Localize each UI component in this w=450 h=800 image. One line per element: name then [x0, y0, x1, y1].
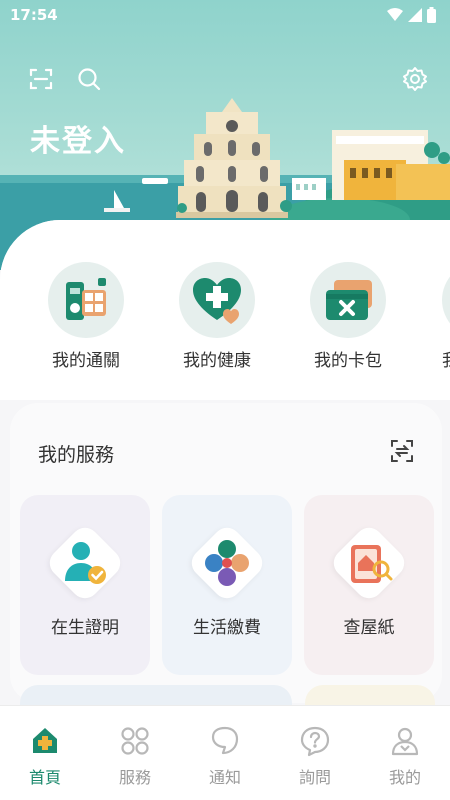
question-icon: [300, 726, 330, 757]
scan-icon: [29, 68, 53, 90]
nav-inquiry[interactable]: 詢問: [270, 706, 360, 800]
quick-action-icon-wrap: [179, 262, 255, 338]
quick-actions-row: 我的通關 我的健康 我的卡包 我: [0, 262, 450, 372]
bottom-nav: 首頁 服務 通知 詢問 我的: [0, 705, 450, 800]
gear-icon: [403, 67, 427, 91]
service-label: 查屋紙: [343, 618, 395, 638]
services-grid-icon: [121, 727, 149, 755]
bill-payment-icon: [205, 540, 249, 586]
notification-icon: [211, 726, 239, 755]
quick-action-icon-wrap: [442, 262, 450, 338]
scan-button[interactable]: [28, 66, 54, 92]
quick-action-label: 我的健康: [183, 351, 251, 371]
nav-icon-wrap: [208, 724, 242, 758]
quick-action-label: 我: [442, 346, 450, 371]
edit-services-button[interactable]: [390, 439, 414, 467]
nav-icon-wrap: [118, 724, 152, 758]
customs-calculator-icon: [66, 278, 106, 320]
nav-notifications[interactable]: 通知: [180, 706, 270, 800]
quick-action-my-card-wallet[interactable]: 我的卡包: [298, 262, 398, 371]
quick-action-my-health[interactable]: 我的健康: [167, 262, 267, 371]
service-life-certificate[interactable]: 在生證明: [20, 495, 150, 675]
service-label: 在生證明: [51, 618, 119, 638]
login-status-title[interactable]: 未登入: [30, 116, 126, 160]
nav-services[interactable]: 服務: [90, 706, 180, 800]
wifi-icon: [387, 8, 403, 21]
service-icon-wrap: [43, 521, 127, 605]
service-icon-wrap: [327, 521, 411, 605]
nav-label: 詢問: [298, 768, 331, 787]
quick-action-label: 我的卡包: [314, 351, 382, 371]
quick-action-more[interactable]: 我: [430, 262, 450, 371]
status-time: 17:54: [10, 6, 58, 24]
service-icon-wrap: [185, 521, 269, 605]
nav-label: 我的: [388, 768, 421, 787]
search-icon: [78, 68, 101, 91]
property-search-icon: [351, 545, 393, 583]
health-heart-icon: [193, 278, 241, 324]
nav-label: 通知: [208, 768, 241, 787]
card-wallet-icon: [326, 280, 372, 320]
nav-icon-wrap: [388, 724, 422, 758]
nav-icon-wrap: [28, 724, 62, 758]
nav-label: 服務: [118, 768, 151, 787]
top-actions: [28, 66, 428, 92]
quick-action-label: 我的通關: [52, 351, 120, 371]
nav-profile[interactable]: 我的: [360, 706, 450, 800]
search-button[interactable]: [76, 66, 102, 92]
profile-icon: [391, 727, 419, 756]
nav-label: 首頁: [28, 768, 61, 787]
battery-icon: [427, 7, 436, 23]
top-left-actions: [28, 66, 102, 92]
signal-icon: [408, 8, 422, 22]
quick-action-icon-wrap: [48, 262, 124, 338]
life-certificate-icon: [65, 542, 106, 584]
service-label: 生活繳費: [193, 618, 261, 638]
service-bill-payment[interactable]: 生活繳費: [162, 495, 292, 675]
service-property-search[interactable]: 查屋紙: [304, 495, 434, 675]
nav-home[interactable]: 首頁: [0, 706, 90, 800]
status-bar: 17:54: [0, 0, 450, 30]
quick-action-my-customs[interactable]: 我的通關: [36, 262, 136, 371]
home-icon: [33, 728, 57, 753]
settings-button[interactable]: [402, 66, 428, 92]
services-title: 我的服務: [38, 443, 115, 466]
quick-action-icon-wrap: [310, 262, 386, 338]
status-icons: [387, 7, 436, 23]
services-header: 我的服務: [38, 439, 414, 467]
services-card: 我的服務 在生證明 生活繳費 查屋紙: [10, 403, 442, 703]
nav-icon-wrap: [298, 724, 332, 758]
swap-edit-icon: [391, 440, 413, 462]
